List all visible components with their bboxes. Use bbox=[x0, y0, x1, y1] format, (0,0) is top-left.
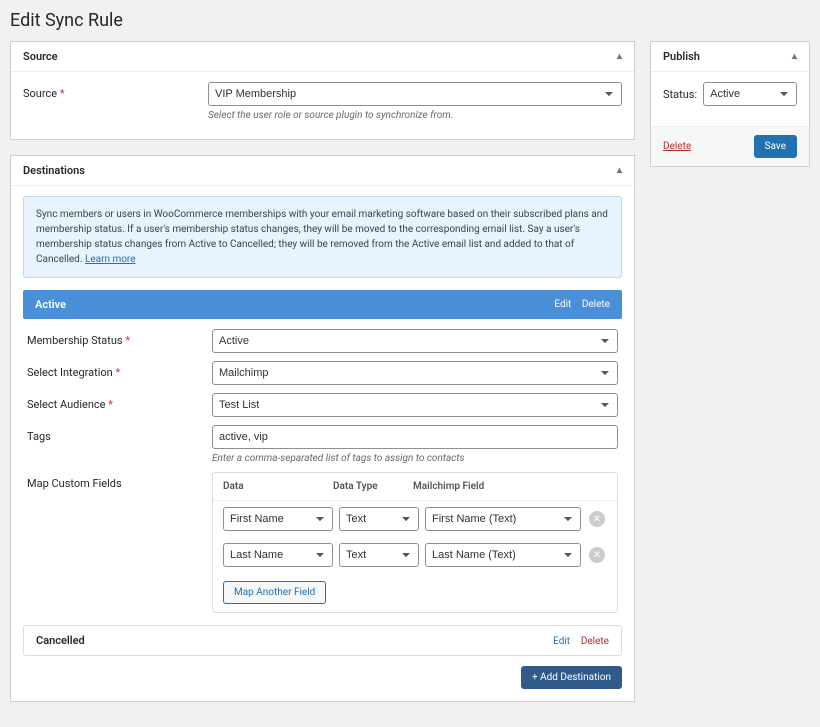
map-row: Last Name Text Last Name (Text) ✕ bbox=[213, 537, 617, 573]
source-label: Source bbox=[23, 87, 57, 100]
source-select[interactable]: VIP Membership bbox=[208, 82, 622, 106]
tags-input[interactable] bbox=[212, 425, 618, 449]
map-another-button[interactable]: Map Another Field bbox=[223, 581, 326, 604]
map-field-select[interactable]: Last Name (Text) bbox=[425, 543, 581, 567]
publish-panel: Publish ▴ Status: Active Delete Save bbox=[650, 41, 810, 167]
destination-edit-link[interactable]: Edit bbox=[554, 299, 571, 310]
page-title: Edit Sync Rule bbox=[10, 10, 810, 31]
audience-select[interactable]: Test List bbox=[212, 393, 618, 417]
remove-row-icon[interactable]: ✕ bbox=[589, 511, 605, 527]
status-select[interactable]: Active bbox=[703, 82, 797, 106]
collapse-icon[interactable]: ▴ bbox=[617, 165, 622, 176]
map-fields-label: Map Custom Fields bbox=[27, 477, 122, 490]
status-label: Status: bbox=[663, 88, 697, 101]
map-header-field: Mailchimp Field bbox=[413, 481, 587, 492]
destination-delete-link[interactable]: Delete bbox=[581, 636, 609, 647]
destination-cancelled-title: Cancelled bbox=[36, 634, 85, 647]
destination-active-title: Active bbox=[35, 298, 66, 311]
source-hint: Select the user role or source plugin to… bbox=[208, 110, 622, 121]
tags-label: Tags bbox=[27, 430, 51, 443]
membership-status-select[interactable]: Active bbox=[212, 329, 618, 353]
map-data-select[interactable]: Last Name bbox=[223, 543, 333, 567]
destination-cancelled: Cancelled Edit Delete bbox=[23, 625, 622, 656]
map-type-select[interactable]: Text bbox=[339, 507, 419, 531]
integration-label: Select Integration bbox=[27, 366, 113, 379]
required-indicator: * bbox=[60, 87, 65, 100]
collapse-icon[interactable]: ▴ bbox=[792, 51, 797, 62]
map-field-select[interactable]: First Name (Text) bbox=[425, 507, 581, 531]
map-row: First Name Text First Name (Text) ✕ bbox=[213, 501, 617, 537]
source-panel-title: Source bbox=[23, 50, 58, 63]
audience-label: Select Audience bbox=[27, 398, 106, 411]
publish-panel-title: Publish bbox=[663, 50, 700, 63]
learn-more-link[interactable]: Learn more bbox=[85, 254, 136, 265]
map-header-type: Data Type bbox=[333, 481, 413, 492]
destinations-panel: Destinations ▴ Sync members or users in … bbox=[10, 155, 635, 702]
integration-select[interactable]: Mailchimp bbox=[212, 361, 618, 385]
map-data-select[interactable]: First Name bbox=[223, 507, 333, 531]
remove-row-icon[interactable]: ✕ bbox=[589, 547, 605, 563]
tags-hint: Enter a comma-separated list of tags to … bbox=[212, 453, 618, 464]
destinations-panel-title: Destinations bbox=[23, 164, 85, 177]
collapse-icon[interactable]: ▴ bbox=[617, 51, 622, 62]
destination-delete-link[interactable]: Delete bbox=[582, 299, 610, 310]
delete-link[interactable]: Delete bbox=[663, 141, 691, 152]
destination-edit-link[interactable]: Edit bbox=[553, 636, 570, 647]
map-type-select[interactable]: Text bbox=[339, 543, 419, 567]
add-destination-button[interactable]: + Add Destination bbox=[521, 666, 622, 689]
source-panel: Source ▴ Source * VIP Membership Select … bbox=[10, 41, 635, 140]
map-header-data: Data bbox=[223, 481, 333, 492]
map-fields-table: Data Data Type Mailchimp Field First Nam… bbox=[212, 472, 618, 613]
info-box: Sync members or users in WooCommerce mem… bbox=[23, 196, 622, 278]
save-button[interactable]: Save bbox=[754, 135, 797, 158]
membership-status-label: Membership Status bbox=[27, 334, 123, 347]
destination-active-header: Active Edit Delete bbox=[23, 290, 622, 319]
